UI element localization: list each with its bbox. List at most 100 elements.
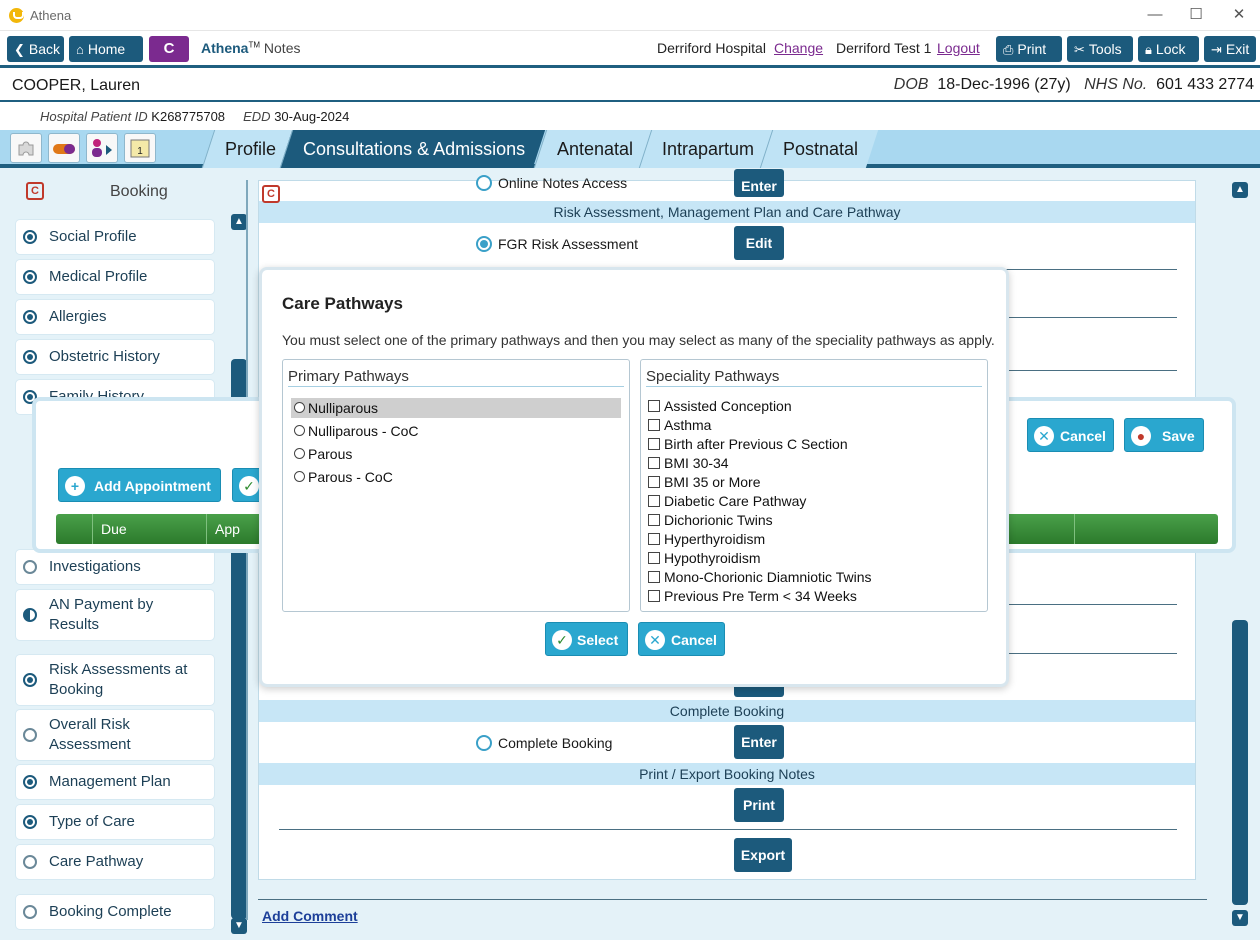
divider [1009, 317, 1177, 318]
tab-intrapartum[interactable]: Intrapartum [638, 130, 775, 168]
checkbox-icon[interactable] [648, 590, 660, 602]
nav-item-overall-risk-assessment[interactable]: Overall Risk Assessment [16, 710, 214, 760]
speciality-option[interactable]: Dichorionic Twins [648, 511, 773, 530]
add-comment-link[interactable]: Add Comment [262, 908, 358, 924]
home-button[interactable]: ⌂ Home [69, 36, 143, 62]
col-due[interactable]: Due [92, 514, 206, 544]
fgr-label: FGR Risk Assessment [498, 236, 639, 252]
speciality-option[interactable]: Mono-Chorionic Diamniotic Twins [648, 568, 871, 587]
primary-option-nulliparous[interactable]: Nulliparous [291, 398, 621, 418]
online-notes-radio[interactable] [476, 175, 492, 191]
print-notes-button[interactable]: Print [734, 788, 784, 822]
col-empty[interactable] [1074, 514, 1218, 544]
back-button[interactable]: ❮ Back [7, 36, 64, 62]
radio-icon [294, 425, 305, 436]
c-icon: C [26, 182, 44, 200]
tab-antenatal[interactable]: Antenatal [533, 130, 654, 168]
divider [258, 899, 1207, 900]
scroll-up-icon[interactable]: ▲ [1232, 182, 1248, 198]
nav-item-social-profile[interactable]: Social Profile [16, 220, 214, 254]
nhs-label: NHS No. [1084, 76, 1148, 93]
speciality-option[interactable]: Previous Pre Term < 34 Weeks [648, 587, 857, 606]
medication-icon[interactable] [48, 133, 80, 163]
dialog-cancel-button[interactable]: ✕ Cancel [638, 622, 725, 656]
main-scroll-thumb[interactable] [1232, 620, 1248, 905]
incomplete-radio-icon [23, 728, 37, 742]
people-forward-icon[interactable] [86, 133, 118, 163]
exit-button[interactable]: ⇥ Exit [1204, 36, 1256, 62]
speciality-option[interactable]: Hyperthyroidism [648, 530, 765, 549]
speciality-option[interactable]: BMI 30-34 [648, 454, 729, 473]
speciality-option[interactable]: Diabetic Care Pathway [648, 492, 806, 511]
speciality-option[interactable]: Hypothyroidism [648, 549, 760, 568]
scroll-up-icon[interactable]: ▲ [231, 214, 247, 230]
scroll-down-icon[interactable]: ▼ [231, 918, 247, 934]
scroll-down-icon[interactable]: ▼ [1232, 910, 1248, 926]
tab-postnatal[interactable]: Postnatal [759, 130, 879, 168]
nav-item-obstetric-history[interactable]: Obstetric History [16, 340, 214, 374]
main-scrollbar[interactable]: ▲ ▼ [1232, 180, 1248, 930]
calendar-icon[interactable]: 1 [124, 133, 156, 163]
completed-radio-icon [23, 673, 37, 687]
nav-item-risk-assessments-booking[interactable]: Risk Assessments at Booking [16, 655, 214, 705]
nav-item-medical-profile[interactable]: Medical Profile [16, 260, 214, 294]
lock-icon: 🔒︎ [1145, 42, 1152, 57]
speciality-option[interactable]: Assisted Conception [648, 397, 792, 416]
appointment-save-button[interactable]: ● Save [1124, 418, 1204, 452]
checkbox-icon[interactable] [648, 457, 660, 469]
add-appointment-button[interactable]: + Add Appointment [58, 468, 221, 502]
svg-text:1: 1 [137, 146, 143, 157]
online-notes-enter-button[interactable]: Enter [734, 169, 784, 197]
complete-booking-enter-button[interactable]: Enter [734, 725, 784, 759]
appointment-cancel-button[interactable]: ✕ Cancel [1027, 418, 1114, 452]
c-badge[interactable]: C [149, 36, 189, 62]
plus-icon: + [65, 476, 85, 496]
cancel-x-icon: ✕ [645, 630, 665, 650]
logout-link[interactable]: Logout [937, 40, 980, 56]
checkbox-icon[interactable] [648, 514, 660, 526]
nav-item-care-pathway[interactable]: Care Pathway [16, 845, 214, 879]
nav-item-type-of-care[interactable]: Type of Care [16, 805, 214, 839]
dialog-instructions: You must select one of the primary pathw… [282, 332, 995, 348]
tools-button[interactable]: ✂ Tools [1067, 36, 1133, 62]
change-hospital-link[interactable]: Change [774, 40, 823, 56]
hospital-id-label: Hospital Patient ID [40, 109, 148, 124]
dialog-select-button[interactable]: ✓ Select [545, 622, 628, 656]
complete-booking-radio[interactable] [476, 735, 492, 751]
close-window-button[interactable]: ✕ [1228, 4, 1250, 26]
speciality-option[interactable]: Asthma [648, 416, 711, 435]
tab-consultations-admissions[interactable]: Consultations & Admissions [279, 130, 546, 168]
puzzle-icon[interactable] [10, 133, 42, 163]
speciality-option[interactable]: BMI 35 or More [648, 473, 760, 492]
primary-option-nulliparous-coc[interactable]: Nulliparous - CoC [291, 421, 621, 441]
primary-option-parous[interactable]: Parous [291, 444, 621, 464]
col-appointment[interactable]: App [206, 514, 266, 544]
minimize-button[interactable]: — [1144, 4, 1166, 26]
primary-option-parous-coc[interactable]: Parous - CoC [291, 467, 621, 487]
nav-item-allergies[interactable]: Allergies [16, 300, 214, 334]
lock-button[interactable]: 🔒︎ Lock [1138, 36, 1199, 62]
checkbox-icon[interactable] [648, 476, 660, 488]
care-pathways-dialog: Care Pathways You must select one of the… [259, 267, 1009, 687]
maximize-button[interactable]: ☐ [1185, 4, 1207, 26]
checkbox-icon[interactable] [648, 533, 660, 545]
completed-radio-icon [23, 230, 37, 244]
checkbox-icon[interactable] [648, 400, 660, 412]
nav-item-booking-complete[interactable]: Booking Complete [16, 895, 214, 929]
checkbox-icon[interactable] [648, 438, 660, 450]
nav-item-an-payment-by-results[interactable]: AN Payment by Results [16, 590, 214, 640]
export-notes-button[interactable]: Export [734, 838, 792, 872]
nav-item-investigations[interactable]: Investigations [16, 550, 214, 584]
dialog-title: Care Pathways [282, 294, 403, 313]
checkbox-icon[interactable] [648, 552, 660, 564]
checkbox-icon[interactable] [648, 495, 660, 507]
print-button[interactable]: ⎙ Print [996, 36, 1062, 62]
fgr-radio[interactable] [476, 236, 492, 252]
nav-item-management-plan[interactable]: Management Plan [16, 765, 214, 799]
fgr-edit-button[interactable]: Edit [734, 226, 784, 260]
user-name: Derriford Test 1 [836, 40, 932, 56]
checkbox-icon[interactable] [648, 419, 660, 431]
checkbox-icon[interactable] [648, 571, 660, 583]
speciality-option[interactable]: Birth after Previous C Section [648, 435, 848, 454]
nav-scrollbar[interactable]: ▲ ▼ [231, 214, 247, 936]
